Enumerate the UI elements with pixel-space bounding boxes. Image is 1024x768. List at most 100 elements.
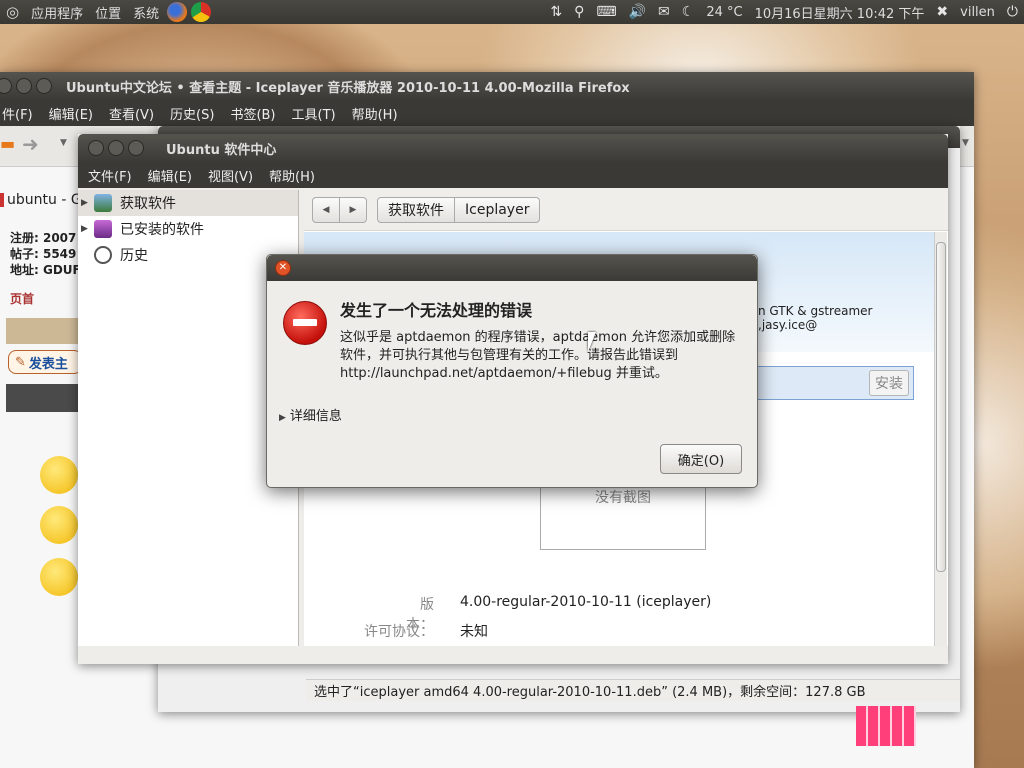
tab-label: ubuntu - G <box>7 192 82 208</box>
main-scrollbar[interactable] <box>934 232 947 646</box>
menu-tools[interactable]: 工具(T) <box>284 104 344 123</box>
info-line: 帖子: 5549 <box>10 247 77 261</box>
user-icon: ✖ <box>936 4 949 20</box>
forward-nav-button[interactable]: ▶ <box>340 197 367 223</box>
system-menu[interactable]: 系统 <box>127 3 165 22</box>
menu-help[interactable]: 帮助(H) <box>261 166 323 185</box>
breadcrumb-iceplayer[interactable]: Iceplayer <box>455 197 541 223</box>
maximize-icon[interactable] <box>36 78 52 94</box>
firefox-tab[interactable]: ubuntu - G <box>0 188 82 212</box>
dialog-title: 发生了一个无法处理的错误 <box>340 301 533 320</box>
maximize-icon[interactable] <box>128 140 144 156</box>
menu-bookmarks[interactable]: 书签(B) <box>222 104 283 123</box>
scrollbar-thumb[interactable] <box>936 242 946 572</box>
firefox-titlebar[interactable]: Ubuntu中文论坛 • 查看主题 - Iceplayer 音乐播放器 2010… <box>0 72 974 100</box>
info-line: 注册: 2007 <box>10 231 77 245</box>
temperature[interactable]: 24 °C <box>700 5 748 20</box>
volume-icon[interactable]: 🔊 <box>623 4 652 20</box>
smiley-icon <box>40 456 78 494</box>
window-title: Ubuntu中文论坛 • 查看主题 - Iceplayer 音乐播放器 2010… <box>66 80 630 96</box>
no-screenshot-text: 没有截图 <box>595 490 651 506</box>
grin-icon <box>40 558 78 596</box>
menu-file[interactable]: 文件(F) <box>80 166 140 185</box>
post-band <box>6 318 78 344</box>
laughing-icon <box>40 506 78 544</box>
close-icon[interactable] <box>0 78 12 94</box>
window-title: Ubuntu 软件中心 <box>166 142 277 158</box>
app-description: n GTK & gstreamer ,jasy.ice@ <box>758 304 873 332</box>
expander-icon[interactable]: ▶ <box>81 198 88 208</box>
mail-icon[interactable]: ✉ <box>652 4 676 20</box>
applications-menu[interactable]: 应用程序 <box>25 3 89 22</box>
software-store-icon <box>94 194 112 212</box>
details-label: 详细信息 <box>289 409 342 424</box>
post-button-label: 发表主 <box>28 356 68 372</box>
clock-icon <box>94 246 112 264</box>
user-info: 注册: 2007 帖子: 5549 地址: GDUF <box>10 230 81 278</box>
info-line: 地址: GDUF <box>10 263 81 277</box>
close-icon[interactable] <box>88 140 104 156</box>
firefox-launcher-icon[interactable] <box>167 2 188 22</box>
nav-history[interactable]: 历史 <box>78 242 298 268</box>
nav-installed-software[interactable]: ▶ 已安装的软件 <box>78 216 298 242</box>
menu-view[interactable]: 视图(V) <box>200 166 261 185</box>
menu-view[interactable]: 查看(V) <box>101 104 162 123</box>
details-expander[interactable]: ▶ 详细信息 <box>279 405 342 424</box>
menu-file[interactable]: 件(F) <box>0 104 41 123</box>
license-label: 许可协议： <box>364 624 434 640</box>
places-menu[interactable]: 位置 <box>89 3 127 22</box>
post-button[interactable]: ✎ 发表主 <box>8 350 82 374</box>
software-center-menubar: 文件(F) 编辑(E) 视图(V) 帮助(H) <box>78 162 948 188</box>
breadcrumb-bar: ◀ ▶ 获取软件 Iceplayer <box>304 190 948 231</box>
bluetooth-icon[interactable]: ⚲ <box>568 4 590 20</box>
dark-band <box>6 384 78 412</box>
toolbar-dropdown-icon[interactable]: ▼ <box>962 138 969 148</box>
back-nav-button[interactable]: ◀ <box>312 197 340 223</box>
history-dropdown-icon[interactable]: ▼ <box>60 138 67 148</box>
keyboard-icon[interactable]: ⌨ <box>590 4 622 20</box>
clock[interactable]: 10月16日星期六 10:42 下午 <box>749 3 931 22</box>
status-text: 选中了“iceplayer amd64 4.00-regular-2010-10… <box>314 685 866 700</box>
username[interactable]: villen <box>954 5 1001 20</box>
expander-icon: ▶ <box>279 413 286 423</box>
color-palette <box>856 706 916 746</box>
network-icon[interactable]: ⇅ <box>544 4 568 20</box>
error-icon <box>283 301 327 345</box>
dialog-message: 这似乎是 aptdaemon 的程序错误，aptdaemon 允许您添加或删除软… <box>340 330 736 381</box>
menu-history[interactable]: 历史(S) <box>162 104 222 123</box>
nav-label: 已安装的软件 <box>120 222 204 238</box>
breadcrumb-get-software[interactable]: 获取软件 <box>377 197 455 223</box>
ok-button[interactable]: 确定(O) <box>660 444 742 474</box>
software-center-titlebar[interactable]: Ubuntu 软件中心 <box>78 134 948 162</box>
firefox-menubar: 件(F) 编辑(E) 查看(V) 历史(S) 书签(B) 工具(T) 帮助(H) <box>0 100 974 126</box>
screenshot-placeholder: 没有截图 <box>540 482 706 550</box>
expander-icon[interactable]: ▶ <box>81 224 88 234</box>
pencil-icon: ✎ <box>15 354 26 370</box>
homepage-link[interactable]: 页首 <box>10 290 34 307</box>
ubuntu-logo-icon[interactable]: ◎ <box>0 3 25 21</box>
weather-moon-icon: ☾ <box>681 4 695 20</box>
install-button[interactable]: 安装 <box>869 370 909 396</box>
tab-favicon-icon <box>0 193 4 207</box>
dialog-titlebar[interactable]: ✕ <box>267 255 757 281</box>
menu-edit[interactable]: 编辑(E) <box>140 166 200 185</box>
menu-edit[interactable]: 编辑(E) <box>41 104 101 123</box>
top-panel: ◎ 应用程序 位置 系统 ⇅ ⚲ ⌨ 🔊 ✉ ☾ 24 °C 10月16日星期六… <box>0 0 1024 24</box>
power-icon[interactable]: ⏻ <box>1001 4 1024 20</box>
license-value: 未知 <box>460 624 488 640</box>
minimize-icon[interactable] <box>16 78 32 94</box>
close-icon[interactable]: ✕ <box>275 260 291 276</box>
status-bar: 选中了“iceplayer amd64 4.00-regular-2010-10… <box>306 679 960 701</box>
computer-icon <box>94 220 112 238</box>
forward-arrow-icon[interactable]: ➜ <box>22 132 39 156</box>
nav-label: 获取软件 <box>120 196 176 212</box>
minimize-icon[interactable] <box>108 140 124 156</box>
version-value: 4.00-regular-2010-10-11 (iceplayer) <box>460 594 712 610</box>
nav-label: 历史 <box>120 248 148 264</box>
back-arrow-icon[interactable]: ▬ <box>0 134 15 153</box>
error-dialog: ✕ 发生了一个无法处理的错误 这似乎是 aptdaemon 的程序错误，aptd… <box>266 254 758 488</box>
mouse-pointer-icon <box>588 332 596 352</box>
chrome-launcher-icon[interactable] <box>191 2 212 22</box>
menu-help[interactable]: 帮助(H) <box>344 104 406 123</box>
nav-get-software[interactable]: ▶ 获取软件 <box>78 190 298 216</box>
